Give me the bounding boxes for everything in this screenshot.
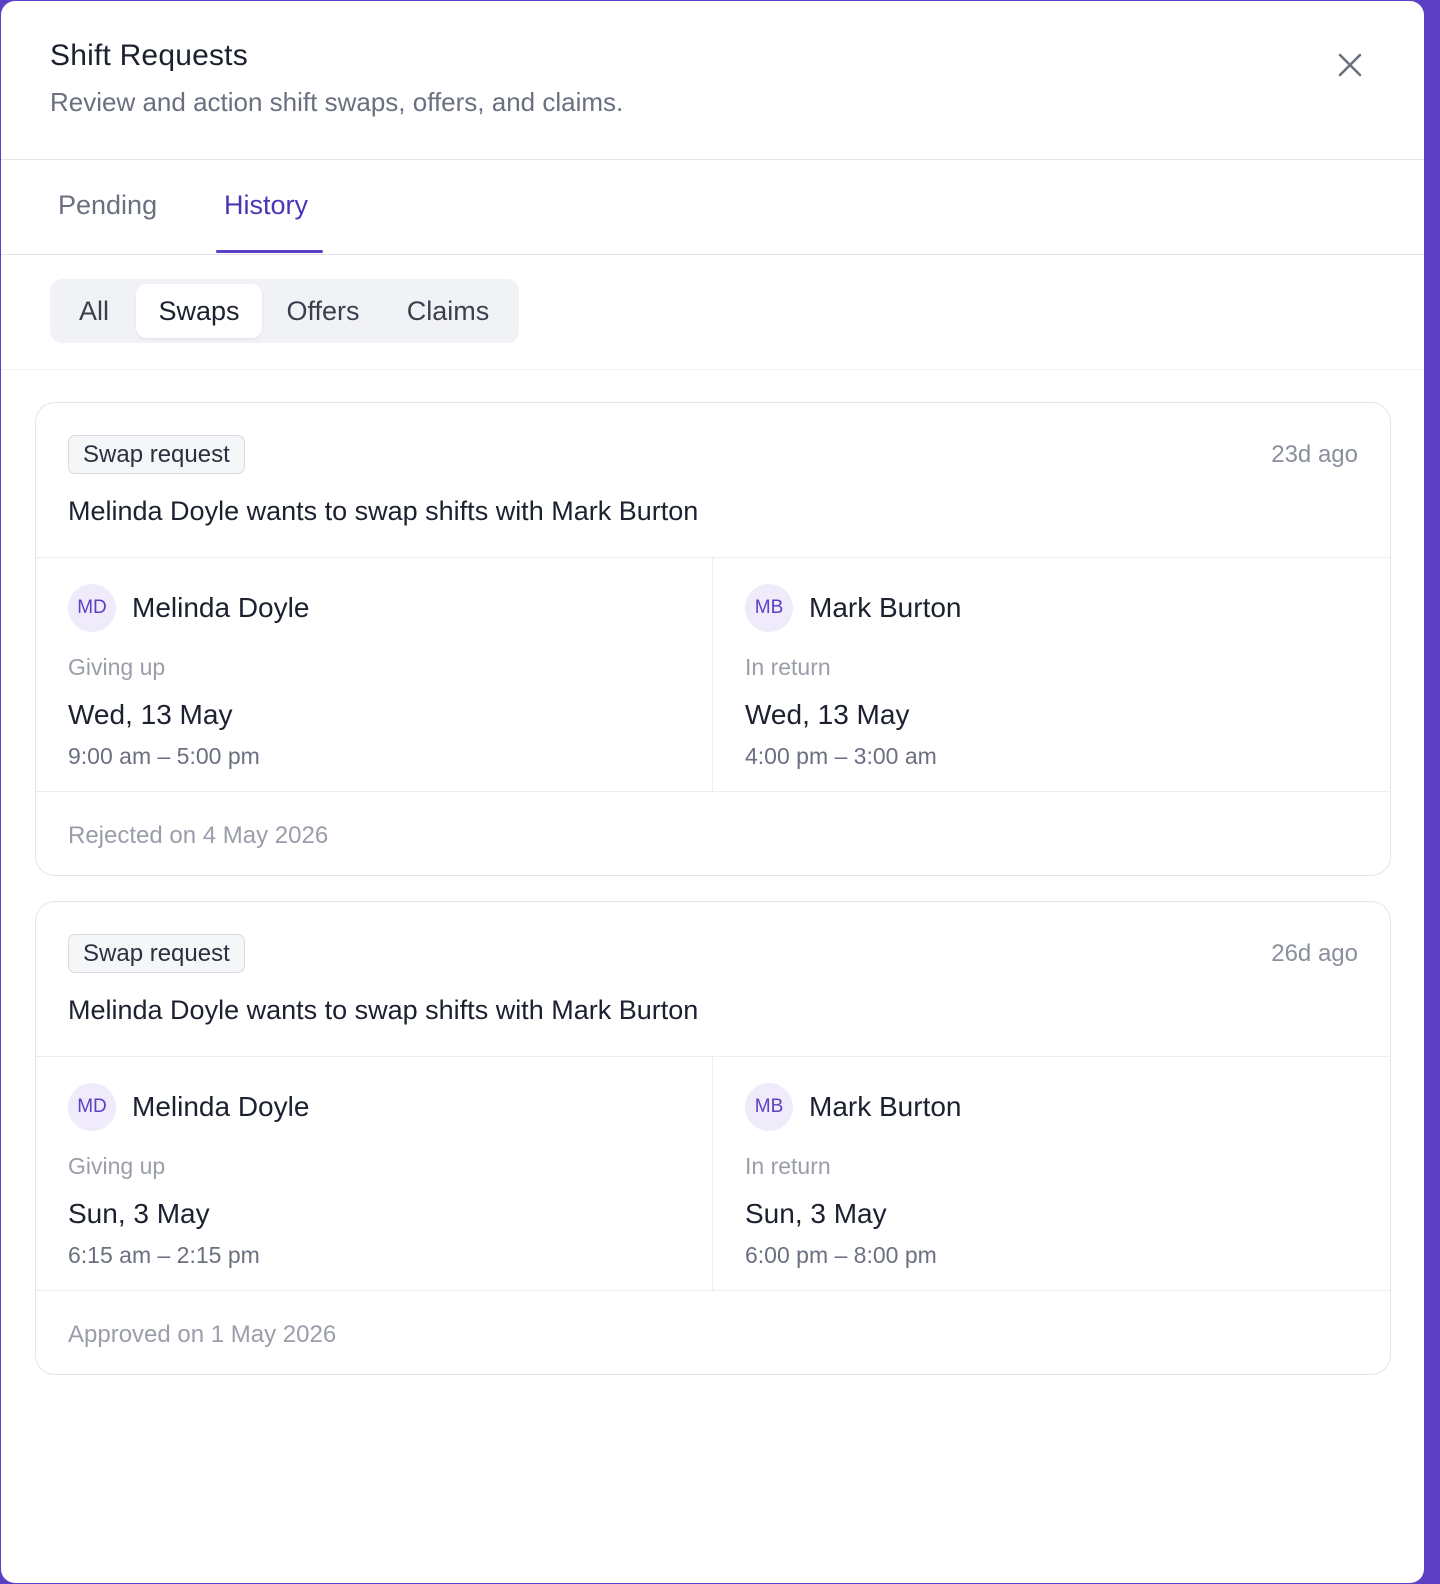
requester: MD Melinda Doyle <box>68 584 712 632</box>
person-name: Mark Burton <box>809 1091 962 1122</box>
request-type-badge: Swap request <box>68 435 245 474</box>
shift-date: Wed, 13 May <box>745 699 910 730</box>
shift-role-label: In return <box>745 654 831 680</box>
tab-pending[interactable]: Pending <box>58 190 157 221</box>
filter-offers[interactable]: Offers <box>266 284 380 338</box>
giving-up-shift: MD Melinda Doyle Giving up Wed, 13 May 9… <box>36 558 713 791</box>
request-age: 23d ago <box>1271 441 1358 468</box>
swap-details: MD Melinda Doyle Giving up Sun, 3 May 6:… <box>36 1057 1390 1291</box>
request-card-header: Swap request 26d ago Melinda Doyle wants… <box>36 902 1390 1057</box>
tab-history[interactable]: History <box>224 190 308 221</box>
close-button[interactable] <box>1332 47 1368 83</box>
request-type-badge: Swap request <box>68 934 245 973</box>
person-name: Mark Burton <box>809 592 962 623</box>
avatar: MD <box>68 1083 116 1131</box>
shift-date: Sun, 3 May <box>68 1198 210 1229</box>
shift-role-label: In return <box>745 1153 831 1179</box>
request-title: Melinda Doyle wants to swap shifts with … <box>68 496 699 526</box>
filter-swaps[interactable]: Swaps <box>136 284 262 338</box>
swap-details: MD Melinda Doyle Giving up Wed, 13 May 9… <box>36 558 1390 792</box>
panel-header: Shift Requests Review and action shift s… <box>1 1 1424 160</box>
panel-title: Shift Requests <box>50 39 248 72</box>
shift-time: 6:00 pm – 8:00 pm <box>745 1242 937 1268</box>
filter-claims[interactable]: Claims <box>384 284 512 338</box>
request-card-header: Swap request 23d ago Melinda Doyle wants… <box>36 403 1390 558</box>
requester: MD Melinda Doyle <box>68 1083 712 1131</box>
request-card[interactable]: Swap request 23d ago Melinda Doyle wants… <box>35 402 1391 876</box>
avatar: MD <box>68 584 116 632</box>
person-name: Melinda Doyle <box>132 592 310 623</box>
recipient: MB Mark Burton <box>745 584 1390 632</box>
shift-time: 9:00 am – 5:00 pm <box>68 743 260 769</box>
giving-up-shift: MD Melinda Doyle Giving up Sun, 3 May 6:… <box>36 1057 713 1290</box>
active-tab-indicator <box>216 250 323 253</box>
shift-role-label: Giving up <box>68 1153 166 1179</box>
recipient: MB Mark Burton <box>745 1083 1390 1131</box>
shift-date: Wed, 13 May <box>68 699 233 730</box>
filter-all[interactable]: All <box>56 284 132 338</box>
request-age: 26d ago <box>1271 940 1358 967</box>
panel-subtitle: Review and action shift swaps, offers, a… <box>50 87 624 117</box>
in-return-shift: MB Mark Burton In return Wed, 13 May 4:0… <box>713 558 1390 791</box>
avatar: MB <box>745 1083 793 1131</box>
close-icon <box>1338 53 1362 77</box>
avatar: MB <box>745 584 793 632</box>
request-type-filter: All Swaps Offers Claims <box>50 279 519 343</box>
request-card[interactable]: Swap request 26d ago Melinda Doyle wants… <box>35 901 1391 1375</box>
shift-time: 6:15 am – 2:15 pm <box>68 1242 260 1268</box>
request-title: Melinda Doyle wants to swap shifts with … <box>68 995 699 1025</box>
shift-time: 4:00 pm – 3:00 am <box>745 743 937 769</box>
filter-bar: All Swaps Offers Claims <box>1 255 1424 370</box>
tab-bar: Pending History <box>1 160 1424 255</box>
shift-requests-panel: Shift Requests Review and action shift s… <box>1 1 1424 1583</box>
shift-date: Sun, 3 May <box>745 1198 887 1229</box>
person-name: Melinda Doyle <box>132 1091 310 1122</box>
request-status: Rejected on 4 May 2026 <box>68 822 329 849</box>
in-return-shift: MB Mark Burton In return Sun, 3 May 6:00… <box>713 1057 1390 1290</box>
shift-role-label: Giving up <box>68 654 166 680</box>
request-status: Approved on 1 May 2026 <box>68 1321 337 1348</box>
